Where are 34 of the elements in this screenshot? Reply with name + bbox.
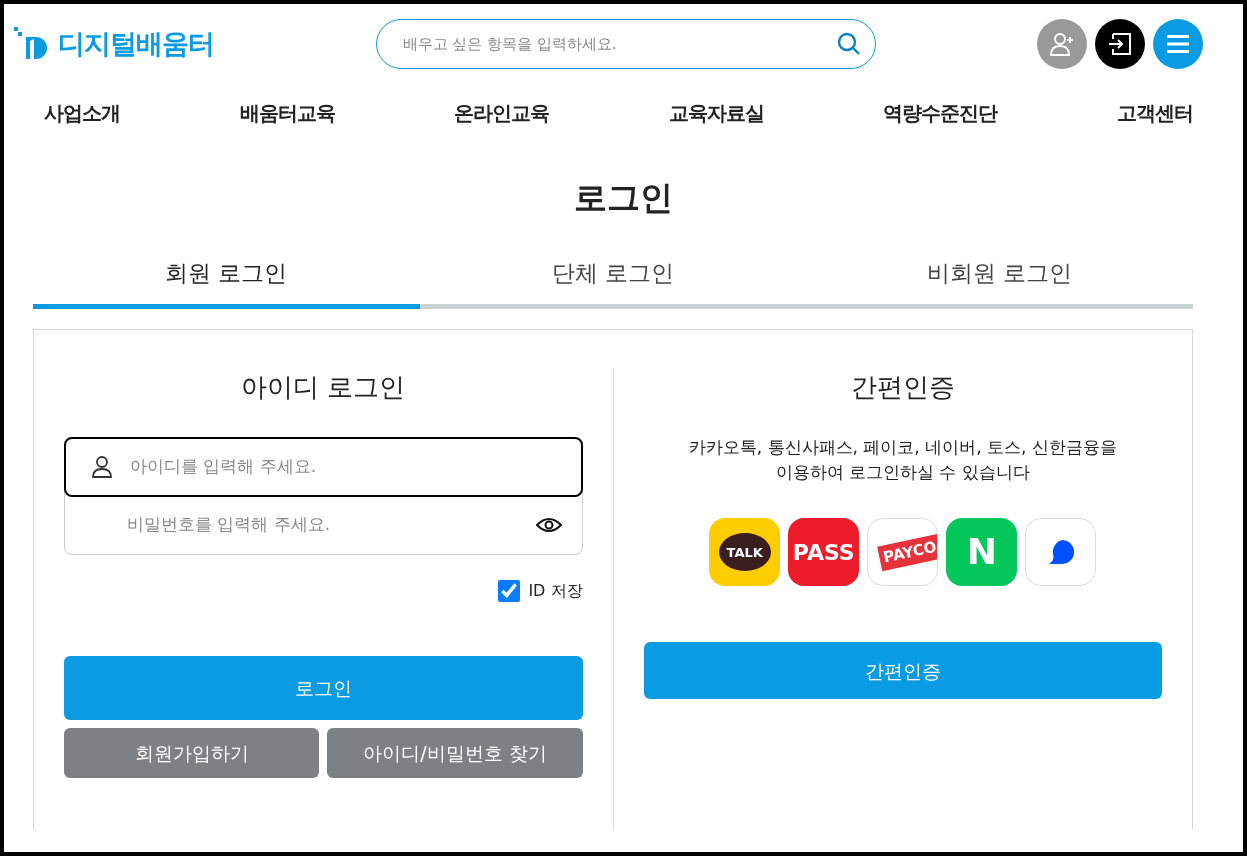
signup-icon (1049, 31, 1075, 57)
id-input[interactable]: 아이디를 입력해 주세요. (128, 453, 561, 481)
description: 카카오톡, 통신사패스, 페이코, 네이버, 토스, 신한금융을 이용하여 로그인하실 수 있습니다 (687, 436, 1118, 484)
password-field[interactable]: 비밀번호를 입력해 주세요. (125, 511, 536, 539)
menu-icon (1167, 34, 1189, 54)
tab[interactable]: 회원 로그인 (33, 255, 420, 310)
nav-link[interactable]: 배움터교육 (239, 98, 335, 128)
menu-button[interactable] (1153, 19, 1203, 69)
page-title: 로그인 (573, 178, 674, 218)
id-field[interactable]: 아이디를 입력해 주세요. (64, 437, 583, 498)
login-icon (1107, 31, 1133, 57)
toss-logo[interactable] (1025, 518, 1097, 587)
nav-link[interactable]: 고객센터 (1116, 98, 1193, 128)
find-account-button[interactable]: 아이디/비밀번호 찾기 (327, 728, 583, 779)
signup-button[interactable] (1037, 19, 1087, 69)
tab[interactable]: 단체 로그인 (419, 255, 807, 310)
eye-icon[interactable] (535, 517, 562, 534)
logo-icon[interactable] (14, 27, 50, 61)
login-button[interactable] (1095, 19, 1145, 69)
search-icon[interactable] (836, 31, 861, 57)
pass-logo[interactable]: PASS (788, 518, 860, 587)
nav-link[interactable]: 역량수준진단 (883, 98, 998, 128)
payco-logo[interactable]: PAYCO (867, 518, 939, 587)
nav-link[interactable]: 온라인교육 (454, 98, 550, 128)
save-id-label: ID 저장 (528, 580, 583, 603)
nav-link[interactable]: 교육자료실 (668, 98, 764, 128)
save-id-checkbox[interactable] (498, 580, 521, 603)
signup-button[interactable]: 회원가입하기 (64, 728, 320, 779)
section-title: 간편인증 (849, 371, 956, 405)
nav-link[interactable]: 사업소개 (44, 98, 120, 128)
section-title: 아이디 로그인 (240, 371, 407, 405)
kakao-talk-logo[interactable]: TALK (709, 518, 781, 587)
tab[interactable]: 비회원 로그인 (806, 255, 1193, 310)
user-icon (92, 456, 112, 479)
